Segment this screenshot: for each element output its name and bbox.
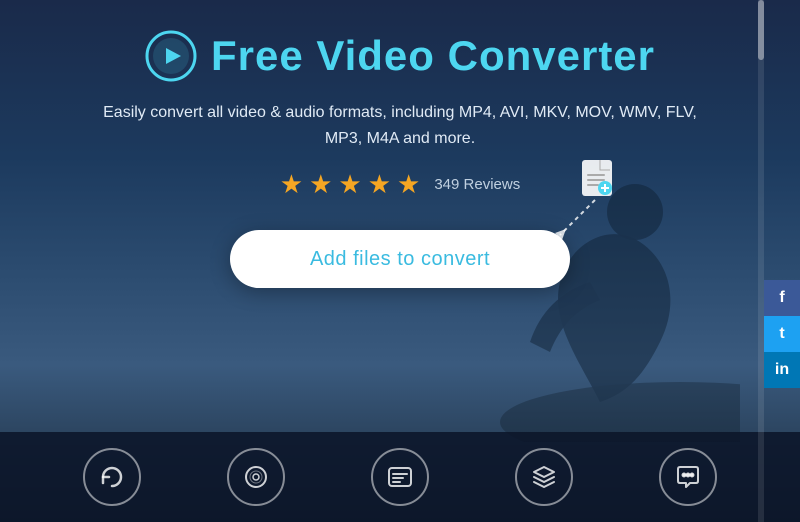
add-files-button[interactable]: Add files to convert	[230, 230, 570, 288]
drop-animation	[530, 155, 630, 255]
facebook-icon: f	[779, 289, 784, 307]
twitter-button[interactable]: t	[764, 316, 800, 352]
twitter-icon: t	[779, 325, 784, 343]
app-subtitle: Easily convert all video & audio formats…	[100, 100, 700, 151]
layers-button[interactable]	[515, 448, 573, 506]
social-panel: f t in	[764, 280, 800, 388]
scrollbar[interactable]	[758, 0, 764, 522]
star-1: ★	[280, 169, 303, 200]
bottom-toolbar	[0, 432, 800, 522]
subtitles-button[interactable]	[371, 448, 429, 506]
app-title: Free Video Converter	[211, 32, 655, 80]
dvd-icon	[242, 463, 270, 491]
title-row: Free Video Converter	[145, 30, 655, 82]
layers-icon	[530, 463, 558, 491]
chat-button[interactable]	[659, 448, 717, 506]
scrollbar-thumb[interactable]	[758, 0, 764, 60]
linkedin-button[interactable]: in	[764, 352, 800, 388]
star-3: ★	[338, 169, 361, 200]
linkedin-icon: in	[775, 361, 789, 379]
subtitles-icon	[386, 463, 414, 491]
star-4: ★	[368, 169, 391, 200]
star-5: ★	[397, 169, 420, 200]
convert-button[interactable]	[83, 448, 141, 506]
facebook-button[interactable]: f	[764, 280, 800, 316]
star-2: ★	[309, 169, 332, 200]
app-logo	[145, 30, 197, 82]
review-count: 349 Reviews	[434, 176, 520, 193]
ratings-row: ★ ★ ★ ★ ★ 349 Reviews	[280, 169, 520, 200]
dvd-button[interactable]	[227, 448, 285, 506]
add-files-area: Add files to convert	[230, 230, 570, 288]
convert-icon	[98, 463, 126, 491]
chat-icon	[674, 463, 702, 491]
